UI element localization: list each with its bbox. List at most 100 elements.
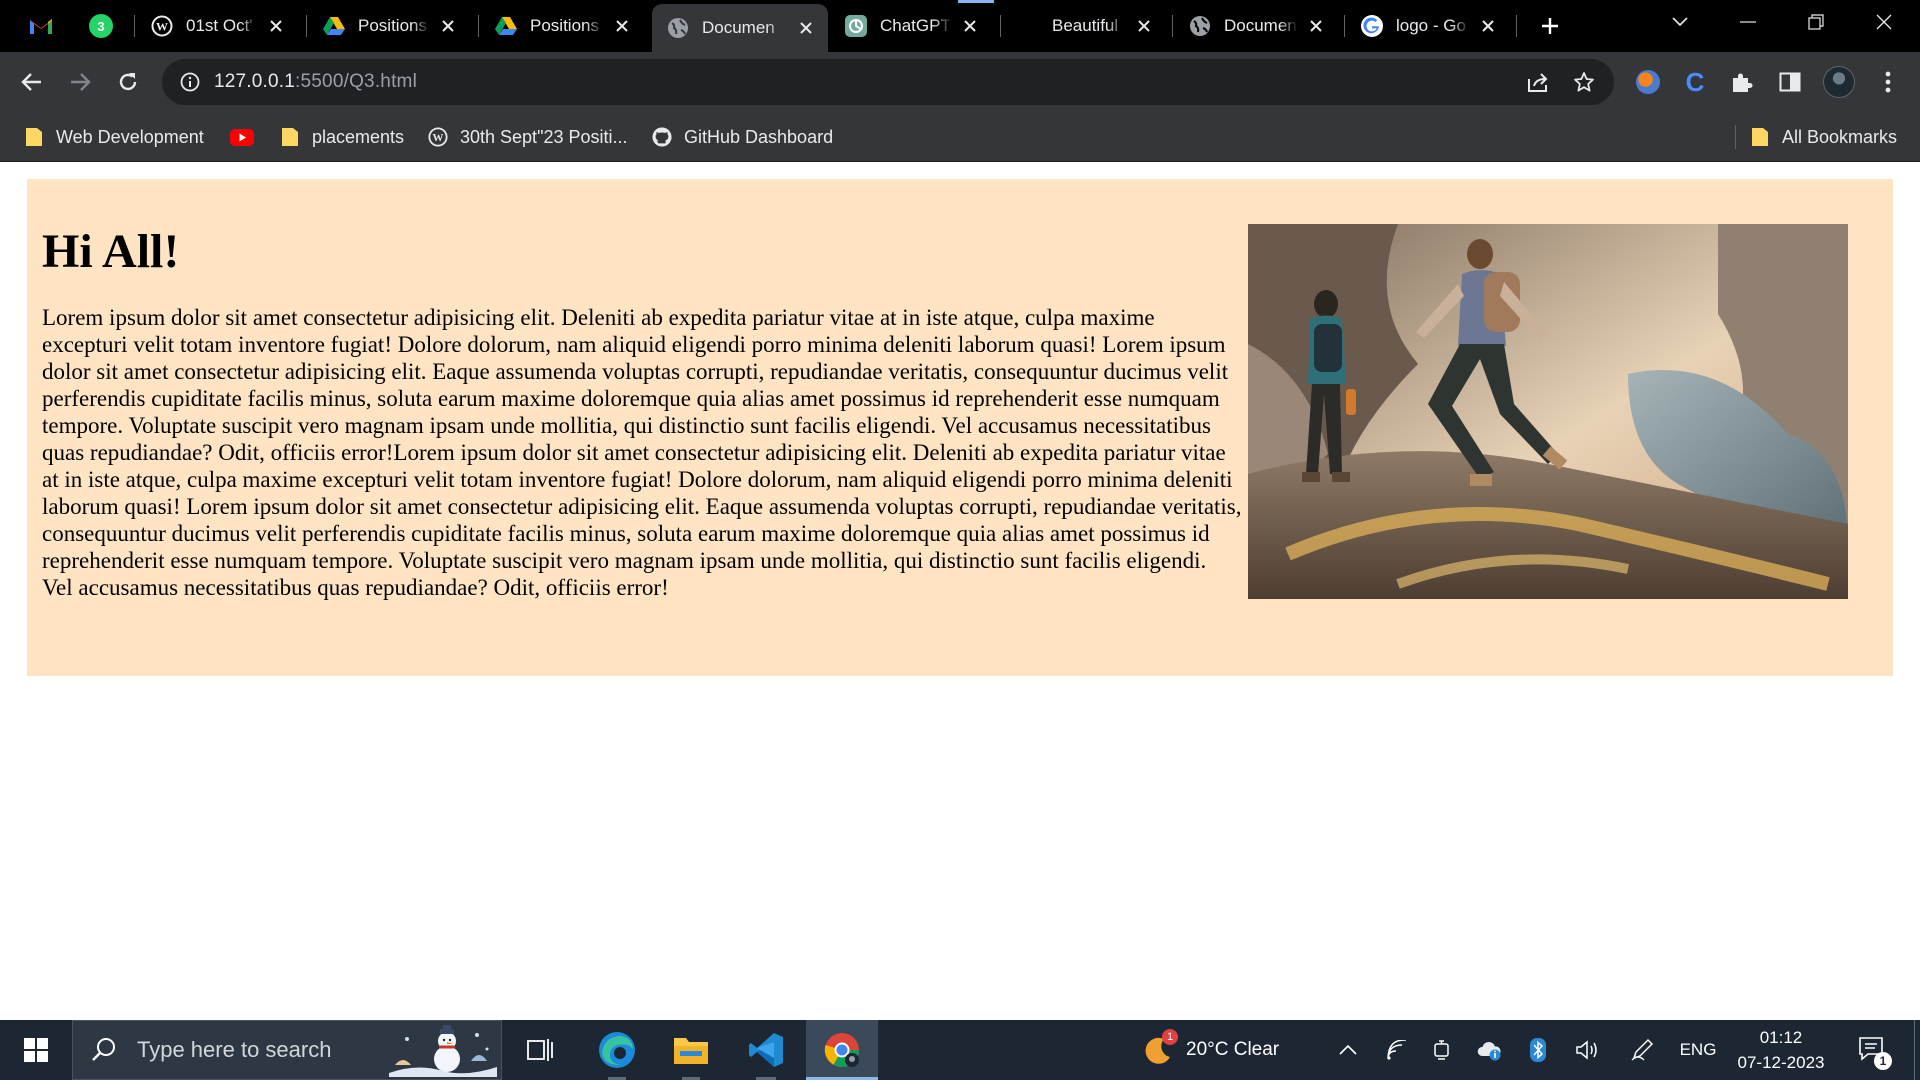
- notification-center-button[interactable]: 1: [1846, 1020, 1898, 1080]
- browser-toolbar: 127.0.0.1:5500/Q3.html C: [0, 52, 1920, 112]
- folder-icon: [1750, 127, 1770, 147]
- clock-date: 07-12-2023: [1737, 1053, 1825, 1072]
- whatsapp-icon: 3: [89, 14, 113, 38]
- chevron-down-icon: [1672, 17, 1688, 27]
- close-tab-icon[interactable]: [960, 16, 980, 36]
- tab-separator: [306, 15, 307, 37]
- restore-button[interactable]: [1782, 0, 1850, 44]
- restore-icon: [1808, 14, 1824, 30]
- close-tab-icon[interactable]: [438, 16, 458, 36]
- globe-icon: [666, 16, 690, 40]
- bookmark-web-development[interactable]: Web Development: [24, 122, 204, 152]
- browser-menu-button[interactable]: [1868, 62, 1908, 102]
- back-button[interactable]: [12, 62, 52, 102]
- url-path: :5500/Q3.html: [295, 71, 417, 92]
- card-text-column: Hi All! Lorem ipsum dolor sit amet conse…: [42, 224, 1242, 601]
- close-tab-icon[interactable]: [266, 16, 286, 36]
- network-tray-icon[interactable]: [1378, 1020, 1414, 1080]
- bookmark-youtube[interactable]: [230, 122, 266, 152]
- extension-metamask-button[interactable]: [1628, 62, 1668, 102]
- close-window-button[interactable]: [1850, 0, 1918, 44]
- close-tab-icon[interactable]: [1306, 16, 1326, 36]
- start-button[interactable]: [0, 1020, 72, 1080]
- tab-google-logo[interactable]: logo - Go: [1346, 6, 1510, 46]
- moon-weather-icon: 1: [1140, 1029, 1178, 1067]
- bookmark-star-icon[interactable]: [1572, 70, 1596, 94]
- taskbar-chrome[interactable]: [806, 1020, 878, 1080]
- close-tab-icon[interactable]: [612, 16, 632, 36]
- arrow-left-icon: [21, 73, 41, 91]
- bookmark-placements[interactable]: placements: [280, 122, 404, 152]
- reload-button[interactable]: [108, 62, 148, 102]
- side-panel-button[interactable]: [1770, 62, 1810, 102]
- pinned-tab-whatsapp[interactable]: 3: [80, 6, 122, 46]
- fox-extension-icon: [1636, 70, 1660, 94]
- minimize-button[interactable]: [1714, 0, 1782, 44]
- extensions-button[interactable]: [1722, 62, 1762, 102]
- plus-icon: [1542, 18, 1558, 34]
- close-tab-icon[interactable]: [796, 18, 816, 38]
- all-bookmarks-button[interactable]: All Bookmarks: [1750, 122, 1897, 152]
- close-tab-icon[interactable]: [1134, 16, 1154, 36]
- tab-wordpress[interactable]: W 01st Oct': [136, 6, 298, 46]
- onedrive-tray-icon[interactable]: [1472, 1020, 1508, 1080]
- edge-icon: [599, 1032, 635, 1068]
- pinned-tab-gmail[interactable]: [20, 6, 62, 46]
- tab-drive-positions-2[interactable]: Positions: [480, 6, 644, 46]
- tab-title: logo - Go: [1396, 16, 1466, 35]
- bookmark-label: 30th Sept"23 Positi...: [460, 126, 628, 147]
- pen-tray-icon[interactable]: [1622, 1020, 1662, 1080]
- minimize-icon: [1740, 21, 1756, 23]
- share-icon[interactable]: [1526, 70, 1550, 94]
- close-tab-icon[interactable]: [1478, 16, 1498, 36]
- tab-beautiful[interactable]: Beautiful: [1002, 6, 1166, 46]
- bookmark-github-dashboard[interactable]: GitHub Dashboard: [652, 122, 833, 152]
- gmail-icon: [30, 19, 52, 34]
- tab-document[interactable]: Documen: [1174, 6, 1338, 46]
- site-info-icon[interactable]: [178, 70, 202, 94]
- tab-title: Beautiful: [1052, 16, 1119, 35]
- snowman-search-highlight-icon: [389, 1025, 497, 1077]
- page-viewport: Hi All! Lorem ipsum dolor sit amet conse…: [0, 163, 1920, 1020]
- vscode-icon: [749, 1033, 783, 1067]
- show-hidden-icons-button[interactable]: [1330, 1020, 1366, 1080]
- chatgpt-icon: [844, 14, 868, 38]
- speaker-icon: [1576, 1040, 1597, 1060]
- bluetooth-tray-icon[interactable]: [1520, 1020, 1556, 1080]
- task-view-icon: [527, 1039, 553, 1061]
- page-paragraph: Lorem ipsum dolor sit amet consectetur a…: [42, 305, 1242, 600]
- taskbar-file-explorer[interactable]: [660, 1020, 722, 1080]
- reload-icon: [119, 73, 137, 91]
- more-vertical-icon: [1885, 71, 1891, 93]
- meet-tray-icon[interactable]: [1424, 1020, 1460, 1080]
- forward-button[interactable]: [60, 62, 100, 102]
- puzzle-icon: [1733, 73, 1753, 92]
- whatsapp-badge: 3: [97, 18, 105, 34]
- input-language-button[interactable]: ENG: [1670, 1020, 1726, 1080]
- clock-time: 01:12: [1759, 1028, 1803, 1047]
- extension-c-button[interactable]: C: [1675, 62, 1715, 102]
- hikers-photo: [1248, 224, 1848, 599]
- volume-tray-icon[interactable]: [1568, 1020, 1608, 1080]
- wifi-icon: [1387, 1040, 1406, 1060]
- profile-button[interactable]: [1819, 62, 1859, 102]
- tab-drive-positions-1[interactable]: Positions: [308, 6, 470, 46]
- taskbar-edge[interactable]: [586, 1020, 648, 1080]
- tab-title: Positions: [358, 16, 427, 35]
- taskbar-vscode[interactable]: [734, 1020, 798, 1080]
- tab-document-active[interactable]: Documen: [652, 4, 828, 52]
- new-tab-button[interactable]: [1530, 6, 1570, 46]
- content-card: Hi All! Lorem ipsum dolor sit amet conse…: [27, 179, 1893, 676]
- bookmark-positions-sept[interactable]: W 30th Sept"23 Positi...: [428, 122, 628, 152]
- all-bookmarks-label: All Bookmarks: [1782, 126, 1898, 147]
- show-desktop-button[interactable]: [1914, 1020, 1920, 1080]
- weather-widget[interactable]: 1 20°C Clear: [1140, 1020, 1300, 1080]
- tab-title: Documen: [702, 18, 775, 37]
- tab-search-button[interactable]: [1645, 0, 1715, 44]
- task-view-button[interactable]: [510, 1020, 570, 1080]
- tab-chatgpt[interactable]: ChatGPT: [830, 6, 992, 46]
- taskbar-clock[interactable]: 01:12 07-12-2023: [1726, 1025, 1836, 1075]
- address-bar[interactable]: 127.0.0.1:5500/Q3.html: [162, 59, 1614, 105]
- taskbar-search-box[interactable]: Type here to search: [72, 1020, 502, 1080]
- bookmarks-separator: [1735, 125, 1736, 149]
